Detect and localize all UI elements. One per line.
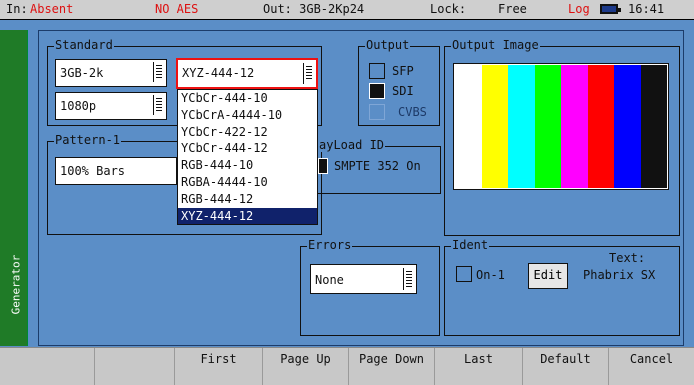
spinner-icon bbox=[153, 95, 164, 115]
pattern-title: Pattern-1 bbox=[54, 133, 122, 147]
ident-text-value: Phabrix SX bbox=[583, 268, 656, 282]
softkey-cancel[interactable]: Cancel bbox=[609, 348, 694, 385]
spinner-icon bbox=[403, 268, 414, 290]
softkey-first[interactable]: First bbox=[175, 348, 263, 385]
color-bar bbox=[455, 65, 482, 188]
output-image-title: Output Image bbox=[451, 38, 540, 52]
colour-space-select[interactable]: XYZ-444-12 bbox=[176, 58, 318, 89]
generator-tab-label: Generator bbox=[9, 254, 23, 315]
colour-space-list[interactable]: YCbCr-444-10 YCbCrA-4444-10 YCbCr-422-12 YC… bbox=[177, 89, 318, 225]
pattern-select[interactable]: 100% Bars bbox=[55, 157, 177, 185]
color-bar bbox=[561, 65, 588, 188]
colour-space-option[interactable]: XYZ-444-12 bbox=[178, 207, 317, 225]
softkey-last[interactable]: Last bbox=[435, 348, 523, 385]
color-bar bbox=[587, 65, 614, 188]
input-status: Absent bbox=[30, 2, 74, 16]
spinner-icon bbox=[303, 63, 314, 84]
scan-select[interactable]: 1080p bbox=[55, 92, 167, 120]
softkey-page-up[interactable]: Page Up bbox=[263, 348, 349, 385]
color-bars bbox=[455, 65, 667, 188]
color-bar bbox=[508, 65, 535, 188]
ident-on-label: On-1 bbox=[476, 268, 505, 282]
softkey-blank[interactable] bbox=[0, 348, 95, 385]
generator-tab[interactable]: Generator bbox=[0, 30, 28, 346]
errors-title: Errors bbox=[307, 238, 353, 252]
battery-icon bbox=[600, 4, 621, 14]
errors-select[interactable]: None bbox=[310, 264, 417, 294]
edit-button[interactable]: Edit bbox=[528, 263, 568, 289]
standard-title: Standard bbox=[54, 38, 114, 52]
lock-label: Lock: bbox=[430, 2, 467, 16]
colour-space-option[interactable]: RGB-444-12 bbox=[178, 191, 317, 208]
spinner-icon bbox=[153, 62, 164, 82]
sdi-checkbox[interactable] bbox=[369, 83, 385, 99]
softkey-blank[interactable] bbox=[95, 348, 175, 385]
cvbs-label: CVBS bbox=[398, 105, 427, 119]
output-format: Out: 3GB-2Kp24 bbox=[263, 2, 365, 16]
payload-checkbox[interactable] bbox=[318, 158, 328, 174]
generator-screen: In: Absent NO AES Out: 3GB-2Kp24 Lock: F… bbox=[0, 0, 694, 385]
colour-space-value: XYZ-444-12 bbox=[182, 66, 255, 80]
colour-space-option[interactable]: RGBA-4444-10 bbox=[178, 174, 317, 191]
ident-checkbox[interactable] bbox=[456, 266, 472, 282]
cvbs-checkbox[interactable] bbox=[369, 104, 385, 120]
output-title: Output bbox=[365, 38, 411, 52]
sfp-label: SFP bbox=[392, 64, 414, 78]
status-bar: In: Absent NO AES Out: 3GB-2Kp24 Lock: F… bbox=[0, 0, 694, 20]
color-bar bbox=[534, 65, 561, 188]
sdi-label: SDI bbox=[392, 84, 414, 98]
errors-value: None bbox=[315, 273, 344, 287]
colour-space-option[interactable]: YCbCr-444-12 bbox=[178, 140, 317, 157]
log-indicator: Log bbox=[568, 2, 590, 16]
ident-text-label: Text: bbox=[609, 251, 646, 265]
scan-value: 1080p bbox=[60, 99, 97, 113]
color-bar bbox=[640, 65, 667, 188]
clock: 16:41 bbox=[628, 2, 665, 16]
softkey-bar: First Page Up Page Down Last Default Cancel bbox=[0, 347, 694, 385]
output-preview bbox=[453, 63, 669, 190]
pattern-value: 100% Bars bbox=[60, 164, 126, 178]
colour-space-option[interactable]: YCbCr-422-12 bbox=[178, 124, 317, 141]
colour-space-option[interactable]: YCbCr-444-10 bbox=[178, 90, 317, 107]
color-bar bbox=[614, 65, 641, 188]
input-label: In: bbox=[6, 2, 28, 16]
ident-title: Ident bbox=[451, 238, 490, 252]
colour-space-option[interactable]: RGB-444-10 bbox=[178, 157, 317, 174]
payload-label: SMPTE 352 On bbox=[334, 159, 421, 173]
aes-status: NO AES bbox=[155, 2, 199, 16]
softkey-default[interactable]: Default bbox=[523, 348, 609, 385]
format-select[interactable]: 3GB-2k bbox=[55, 59, 167, 87]
sfp-checkbox[interactable] bbox=[369, 63, 385, 79]
colour-space-option[interactable]: YCbCrA-4444-10 bbox=[178, 107, 317, 124]
format-value: 3GB-2k bbox=[60, 66, 104, 80]
softkey-page-down[interactable]: Page Down bbox=[349, 348, 435, 385]
lock-status: Free bbox=[498, 2, 527, 16]
color-bar bbox=[481, 65, 508, 188]
payload-title: ayLoad ID bbox=[318, 138, 386, 152]
